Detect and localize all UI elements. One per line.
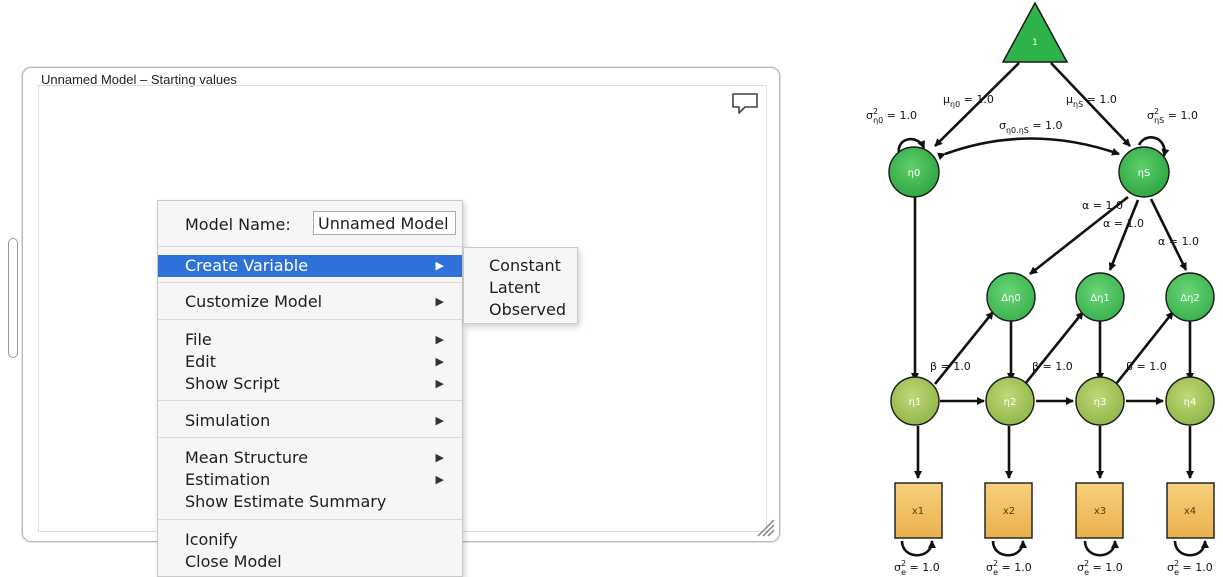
- menu-separator: [158, 437, 462, 438]
- menu-separator: [158, 319, 462, 320]
- label-var-etaS: σ2 ηS = 1.0: [1147, 107, 1198, 125]
- label-alpha-deta2: α = 1.0: [1158, 235, 1199, 248]
- label-var-e-x1: σ2 e = 1.0: [894, 559, 940, 577]
- menu-item-show-estimate-summary[interactable]: Show Estimate Summary: [158, 491, 462, 513]
- constant-node[interactable]: 1: [1001, 1, 1069, 63]
- label-var-e-x2: σ2 e = 1.0: [986, 559, 1032, 577]
- menu-item-edit[interactable]: Edit ▶: [158, 351, 462, 373]
- label-beta-2: β = 1.0: [1032, 360, 1073, 373]
- menu-item-simulation[interactable]: Simulation ▶: [158, 410, 462, 432]
- path-diagram: 1 η0 ηS Δη0 Δη1 Δη2 η1 η2 η3 η4 x1 x2 x3…: [866, 1, 1215, 577]
- menu-item-label: Edit: [185, 352, 216, 371]
- observed-node-x3[interactable]: x3: [1075, 482, 1124, 539]
- label-alpha-deta0: α = 1.0: [1082, 199, 1123, 212]
- label-var-eta0: σ2 η0 = 1.0: [866, 107, 917, 125]
- submenu-item-constant[interactable]: Constant: [489, 255, 561, 276]
- path-eta3-deta2: [1114, 311, 1175, 385]
- menu-item-label: Show Estimate Summary: [185, 492, 387, 511]
- menu-item-mean-structure[interactable]: Mean Structure ▶: [158, 447, 462, 469]
- submenu-item-latent[interactable]: Latent: [489, 277, 540, 298]
- submenu-arrow-icon: ▶: [435, 259, 444, 272]
- menu-item-label: Iconify: [185, 530, 238, 549]
- latent-node-deta1[interactable]: Δη1: [1075, 272, 1125, 322]
- menu-item-label: Simulation: [185, 411, 271, 430]
- latent-node-eta4[interactable]: η4: [1165, 376, 1215, 426]
- menu-item-create-variable[interactable]: Create Variable ▶: [158, 255, 462, 277]
- label-beta-3: β = 1.0: [1126, 360, 1167, 373]
- menu-item-file[interactable]: File ▶: [158, 329, 462, 351]
- menu-item-label: Create Variable: [185, 256, 309, 275]
- menu-separator: [158, 246, 462, 247]
- menu-item-label: Mean Structure: [185, 448, 309, 467]
- submenu-item-observed[interactable]: Observed: [489, 299, 566, 320]
- node-label: Δη1: [1090, 293, 1110, 304]
- label-covariance: ση0.ηS = 1.0: [999, 119, 1063, 135]
- latent-node-etaS[interactable]: ηS: [1118, 146, 1170, 198]
- label-mean-eta0: μη0 = 1.0: [943, 93, 994, 109]
- menu-item-close-model[interactable]: Close Model: [158, 551, 462, 573]
- menu-separator: [158, 282, 462, 283]
- resize-grip-icon[interactable]: [754, 516, 776, 538]
- constant-label: 1: [1032, 38, 1038, 48]
- label-var-e-x4: σ2 e = 1.0: [1167, 559, 1213, 577]
- node-label: x1: [912, 506, 924, 517]
- menu-item-label: File: [185, 330, 212, 349]
- path-var-x1: [900, 540, 936, 557]
- menu-item-label: Estimation: [185, 470, 271, 489]
- latent-node-eta1[interactable]: η1: [890, 376, 940, 426]
- menu-item-customize-model[interactable]: Customize Model ▶: [158, 291, 462, 313]
- path-covariance: [937, 137, 1120, 161]
- node-label: η2: [1004, 397, 1017, 408]
- path-eta2-deta1: [1023, 311, 1085, 385]
- node-label: x2: [1003, 506, 1015, 517]
- node-label: x4: [1184, 506, 1196, 517]
- menu-item-label: Close Model: [185, 552, 282, 571]
- submenu-arrow-icon: ▶: [435, 295, 444, 308]
- menu-item-label: Customize Model: [185, 292, 323, 311]
- menu-separator: [158, 519, 462, 520]
- menu-item-show-script[interactable]: Show Script ▶: [158, 373, 462, 395]
- observed-node-x4[interactable]: x4: [1166, 482, 1215, 539]
- menu-separator: [158, 400, 462, 401]
- latent-node-eta2[interactable]: η2: [985, 376, 1035, 426]
- node-label: Δη0: [1001, 293, 1021, 304]
- latent-node-deta2[interactable]: Δη2: [1165, 272, 1215, 322]
- menu-item-iconify[interactable]: Iconify: [158, 529, 462, 551]
- submenu-arrow-icon: ▶: [435, 377, 444, 390]
- model-name-input[interactable]: Unnamed Model: [313, 211, 456, 235]
- node-label: ηS: [1138, 168, 1151, 179]
- label-var-e-x3: σ2 e = 1.0: [1077, 559, 1123, 577]
- menu-item-estimation[interactable]: Estimation ▶: [158, 469, 462, 491]
- path-var-x3: [1083, 540, 1119, 557]
- observed-node-x2[interactable]: x2: [984, 482, 1033, 539]
- node-label: η3: [1094, 397, 1107, 408]
- observed-node-x1[interactable]: x1: [894, 482, 943, 539]
- label-beta-1: β = 1.0: [930, 360, 971, 373]
- submenu-arrow-icon: ▶: [435, 333, 444, 346]
- path-eta1-deta0: [933, 311, 995, 385]
- path-var-x2: [991, 540, 1027, 557]
- node-label: η4: [1184, 397, 1197, 408]
- side-panel-handle[interactable]: [8, 238, 18, 358]
- context-menu: Model Name: Unnamed Model Create Variabl…: [157, 200, 463, 577]
- node-label: x3: [1094, 506, 1106, 517]
- node-label: Δη2: [1180, 293, 1200, 304]
- model-name-label: Model Name:: [185, 215, 291, 234]
- menu-item-label: Show Script: [185, 374, 280, 393]
- latent-node-eta0[interactable]: η0: [888, 146, 940, 198]
- submenu-arrow-icon: ▶: [435, 414, 444, 427]
- create-variable-submenu: Constant Latent Observed: [463, 247, 578, 324]
- comment-icon[interactable]: [731, 92, 759, 116]
- submenu-arrow-icon: ▶: [435, 473, 444, 486]
- submenu-arrow-icon: ▶: [435, 355, 444, 368]
- node-label: η1: [909, 397, 922, 408]
- path-var-x4: [1173, 540, 1209, 557]
- latent-node-deta0[interactable]: Δη0: [986, 272, 1036, 322]
- latent-node-eta3[interactable]: η3: [1075, 376, 1125, 426]
- label-alpha-deta1: α = 1.0: [1103, 217, 1144, 230]
- submenu-arrow-icon: ▶: [435, 451, 444, 464]
- node-label: η0: [908, 168, 921, 179]
